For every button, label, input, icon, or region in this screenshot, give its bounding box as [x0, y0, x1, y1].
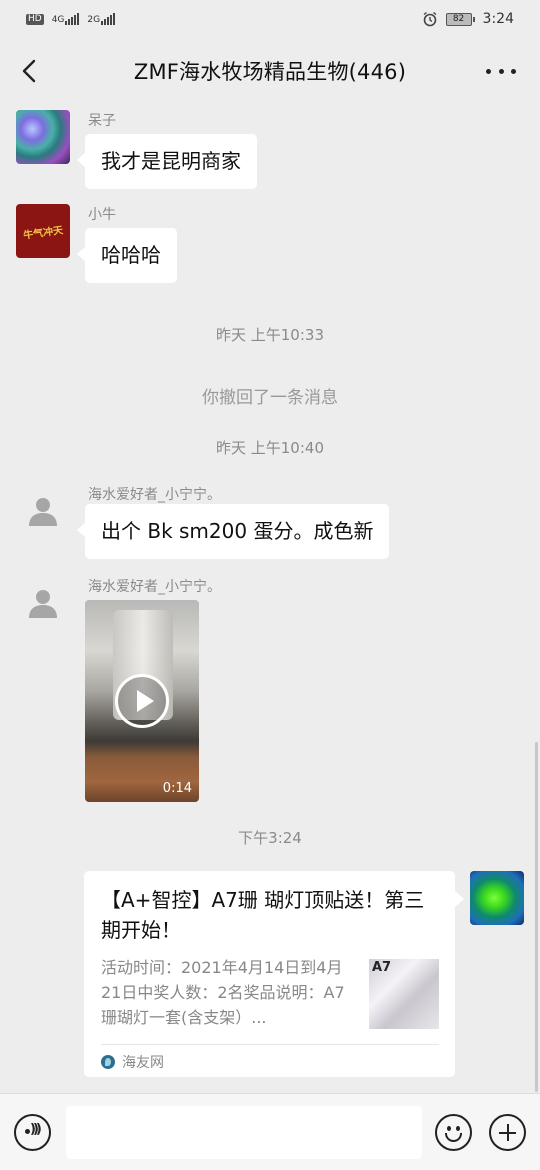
default-user-icon[interactable]	[16, 576, 70, 630]
recall-notice: 你撤回了一条消息	[202, 388, 338, 408]
alarm-icon	[423, 11, 436, 27]
chat-header: ZMF海水牧场精品生物(446)	[0, 38, 540, 104]
status-right: 82 3:24	[422, 11, 514, 27]
divider	[101, 1044, 439, 1045]
thumbnail-label: A7	[372, 960, 392, 975]
link-card-title: 【A+智控】A7珊 瑚灯顶贴送！第三期开始！	[101, 888, 425, 942]
more-options-icon[interactable]	[486, 58, 516, 84]
status-time: 3:24	[482, 11, 514, 27]
timestamp: 下午3:24	[238, 829, 302, 847]
link-card-description: 活动时间：2021年4月14日到4月21日中奖人数：2名奖品说明：A7珊瑚灯一套…	[101, 958, 345, 1027]
video-message[interactable]: 0:14	[85, 600, 199, 802]
link-card[interactable]: 【A+智控】A7珊 瑚灯顶贴送！第三期开始！ 活动时间：2021年4月14日到4…	[84, 871, 464, 1077]
message-item: 海水爱好者_小宁宁。 出个 Bk sm200 蛋分。成色新	[16, 484, 524, 564]
plus-icon[interactable]	[489, 1114, 526, 1151]
hd-badge: HD	[26, 13, 44, 25]
sender-name: 小牛	[88, 207, 116, 223]
battery-icon: 82	[445, 12, 475, 26]
sender-name: 海水爱好者_小宁宁。	[88, 579, 221, 595]
emoji-icon[interactable]	[435, 1114, 472, 1151]
link-card-body: 活动时间：2021年4月14日到4月21日中奖人数：2名奖品说明：A7珊瑚灯一套…	[101, 955, 439, 1030]
scrollbar[interactable]	[535, 742, 538, 1092]
timestamp: 昨天 上午10:33	[216, 326, 324, 344]
source-logo-icon	[101, 1055, 115, 1069]
message-item: 呆子 我才是昆明商家	[16, 110, 524, 190]
link-card-source: 海友网	[101, 1052, 164, 1072]
avatar[interactable]	[16, 110, 70, 164]
message-input[interactable]	[66, 1106, 422, 1159]
message-item: 海水爱好者_小宁宁。 0:14	[16, 576, 524, 806]
sender-name: 海水爱好者_小宁宁。	[88, 487, 221, 503]
input-bar	[0, 1093, 540, 1170]
message-bubble[interactable]: 我才是昆明商家	[77, 134, 257, 189]
video-duration: 0:14	[162, 781, 192, 796]
signal-bars-icon	[101, 13, 116, 25]
status-left: HD 4G 2G	[26, 13, 116, 25]
link-card-thumbnail: A7	[369, 959, 439, 1029]
message-bubble[interactable]: 哈哈哈	[77, 228, 177, 283]
network-type-label: 4G	[51, 15, 65, 25]
voice-input-icon[interactable]	[14, 1114, 51, 1151]
avatar[interactable]: 牛气冲天	[16, 204, 70, 258]
back-arrow-icon[interactable]	[18, 58, 44, 84]
signal-2g: 2G	[87, 13, 116, 25]
battery-level: 82	[445, 12, 472, 26]
message-bubble[interactable]: 出个 Bk sm200 蛋分。成色新	[76, 504, 390, 559]
signal-bars-icon	[65, 13, 80, 25]
status-bar: HD 4G 2G 82 3:24	[0, 0, 540, 38]
play-icon[interactable]	[115, 674, 169, 728]
network-type-label: 2G	[87, 15, 101, 25]
avatar-text: 牛气冲天	[22, 224, 64, 242]
my-avatar[interactable]	[470, 871, 524, 925]
chat-title: ZMF海水牧场精品生物(446)	[133, 60, 407, 84]
default-user-icon[interactable]	[16, 484, 70, 538]
sender-name: 呆子	[88, 113, 116, 129]
message-item: 牛气冲天 小牛 哈哈哈	[16, 204, 524, 284]
source-name: 海友网	[122, 1055, 164, 1071]
timestamp: 昨天 上午10:40	[216, 439, 324, 457]
signal-4g: 4G	[52, 13, 80, 25]
